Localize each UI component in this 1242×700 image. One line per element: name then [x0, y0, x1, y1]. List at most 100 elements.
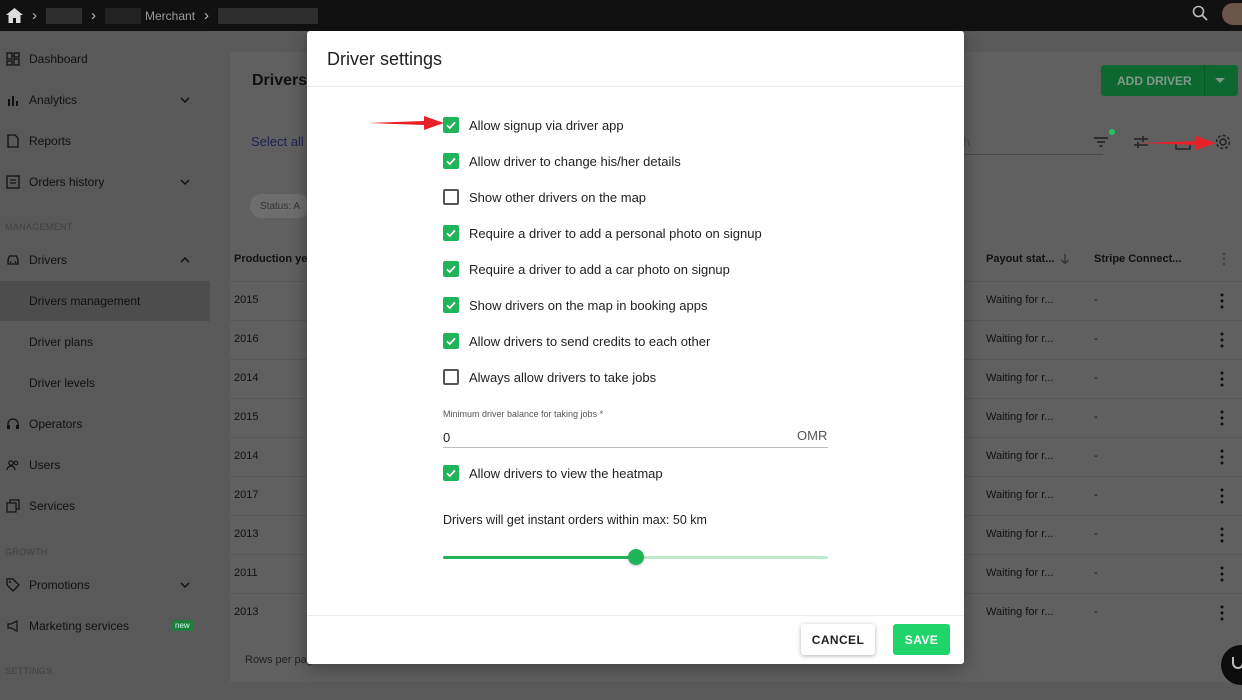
check-icon — [446, 301, 456, 310]
option-6[interactable]: Show drivers on the map in booking apps — [443, 296, 707, 314]
sidebar-item-label: Promotions — [29, 578, 90, 592]
cell-stripe-connect: - — [1094, 450, 1098, 462]
checkbox[interactable] — [443, 297, 459, 313]
cell-payout-status: Waiting for r... — [986, 606, 1054, 618]
more-vertical-icon[interactable] — [1222, 252, 1226, 266]
more-vertical-icon[interactable] — [1220, 605, 1224, 621]
option-1[interactable]: Allow signup via driver app — [443, 116, 624, 134]
option-7[interactable]: Allow drivers to send credits to each ot… — [443, 332, 710, 350]
cell-payout-status: Waiting for r... — [986, 333, 1054, 345]
more-vertical-icon[interactable] — [1220, 410, 1224, 426]
check-icon — [446, 337, 456, 346]
avatar[interactable] — [1222, 3, 1242, 25]
chevron-down-icon[interactable] — [179, 94, 191, 106]
filter-icon[interactable] — [1092, 133, 1110, 151]
checkbox[interactable] — [443, 261, 459, 277]
filter-active-dot — [1109, 129, 1115, 135]
add-driver-button[interactable]: ADD DRIVER — [1101, 65, 1238, 96]
option-2[interactable]: Allow driver to change his/her details — [443, 152, 681, 170]
min-balance-input[interactable] — [443, 426, 828, 448]
sidebar-item-label: Driver plans — [29, 335, 94, 349]
search-input[interactable]: h — [963, 134, 970, 149]
more-vertical-icon[interactable] — [1220, 332, 1224, 348]
chevron-down-icon[interactable] — [179, 176, 191, 188]
cell-payout-status: Waiting for r... — [986, 450, 1054, 462]
sidebar-item-promotions[interactable]: Promotions — [0, 565, 210, 605]
breadcrumb-merchant[interactable]: Merchant — [145, 9, 195, 23]
option-8[interactable]: Always allow drivers to take jobs — [443, 368, 656, 386]
checkbox[interactable] — [443, 225, 459, 241]
chat-icon — [1232, 657, 1242, 669]
slider-fill — [443, 556, 636, 559]
column-header-payout-status[interactable]: Payout stat... — [986, 253, 1054, 265]
min-balance-label: Minimum driver balance for taking jobs * — [443, 409, 604, 419]
sidebar-item-reports[interactable]: Reports — [0, 121, 210, 161]
sidebar-item-analytics[interactable]: Analytics — [0, 80, 210, 120]
cell-stripe-connect: - — [1094, 489, 1098, 501]
sidebar-item-label: Dashboard — [29, 52, 88, 66]
cell-production-year: 2011 — [234, 567, 258, 579]
sidebar-item-users[interactable]: Users — [0, 445, 210, 485]
sidebar-item-services[interactable]: Services — [0, 486, 210, 526]
cell-payout-status: Waiting for r... — [986, 294, 1054, 306]
status-filter-chip[interactable]: Status: A — [250, 194, 311, 218]
more-vertical-icon[interactable] — [1220, 566, 1224, 582]
section-header-settings: SETTINGS — [5, 666, 53, 676]
more-vertical-icon[interactable] — [1220, 293, 1224, 309]
cell-production-year: 2013 — [234, 528, 259, 540]
gear-icon[interactable] — [1214, 133, 1232, 151]
save-button[interactable]: SAVE — [893, 624, 950, 655]
option-label: Allow drivers to view the heatmap — [469, 465, 663, 481]
chevron-up-icon[interactable] — [179, 254, 191, 266]
breadcrumb-redacted[interactable] — [218, 7, 319, 24]
distance-slider[interactable] — [443, 549, 828, 567]
column-header-production-year[interactable]: Production ye — [234, 253, 307, 265]
more-vertical-icon[interactable] — [1220, 449, 1224, 465]
cell-production-year: 2016 — [234, 333, 259, 345]
cancel-button[interactable]: CANCEL — [801, 624, 875, 655]
sidebar-item-driver-plans[interactable]: Driver plans — [0, 322, 210, 362]
breadcrumb-separator-icon: › — [91, 7, 96, 24]
sidebar-item-drivers[interactable]: Drivers — [0, 240, 210, 280]
option-3[interactable]: Show other drivers on the map — [443, 188, 646, 206]
sidebar-item-label: Services — [29, 499, 76, 513]
search-icon[interactable] — [1192, 5, 1208, 21]
option-4[interactable]: Require a driver to add a personal photo… — [443, 224, 762, 242]
sort-arrow-down-icon[interactable] — [1060, 253, 1070, 265]
checkbox[interactable] — [443, 333, 459, 349]
sidebar-item-drivers-management[interactable]: Drivers management — [0, 281, 210, 321]
more-vertical-icon[interactable] — [1220, 488, 1224, 504]
sidebar-item-orders-history[interactable]: Orders history — [0, 162, 210, 202]
sidebar-item-label: Drivers management — [29, 294, 141, 308]
option-5[interactable]: Require a driver to add a car photo on s… — [443, 260, 730, 278]
list-icon — [6, 175, 20, 189]
breadcrumb-redacted[interactable] — [46, 7, 82, 24]
slider-thumb[interactable] — [628, 549, 644, 565]
sidebar-item-label: Reports — [29, 134, 72, 148]
sidebar-item-driver-levels[interactable]: Driver levels — [0, 363, 210, 403]
check-icon — [446, 265, 456, 274]
sidebar-item-label: Orders history — [29, 175, 105, 189]
cell-production-year: 2017 — [234, 489, 259, 501]
more-vertical-icon[interactable] — [1220, 371, 1224, 387]
option-heatmap[interactable]: Allow drivers to view the heatmap — [443, 464, 663, 482]
select-all-link[interactable]: Select all — [251, 134, 304, 149]
checkbox[interactable] — [443, 369, 459, 385]
chevron-down-icon[interactable] — [179, 579, 191, 591]
check-icon — [446, 121, 456, 130]
add-driver-label: ADD DRIVER — [1117, 73, 1192, 88]
sidebar-item-operators[interactable]: Operators — [0, 404, 210, 444]
checkbox[interactable] — [443, 117, 459, 133]
more-vertical-icon[interactable] — [1220, 527, 1224, 543]
caret-down-icon[interactable] — [1215, 78, 1225, 83]
breadcrumb-redacted[interactable] — [105, 7, 141, 24]
sidebar-item-label: Marketing services — [29, 619, 130, 633]
checkbox[interactable] — [443, 465, 459, 481]
sidebar-item-dashboard[interactable]: Dashboard — [0, 39, 210, 79]
home-icon[interactable] — [6, 8, 23, 23]
checkbox[interactable] — [443, 189, 459, 205]
breadcrumb-separator-icon: › — [32, 7, 37, 24]
sidebar-item-marketing-services[interactable]: Marketing services new — [0, 606, 210, 646]
column-header-stripe-connect[interactable]: Stripe Connect... — [1094, 253, 1181, 265]
checkbox[interactable] — [443, 153, 459, 169]
